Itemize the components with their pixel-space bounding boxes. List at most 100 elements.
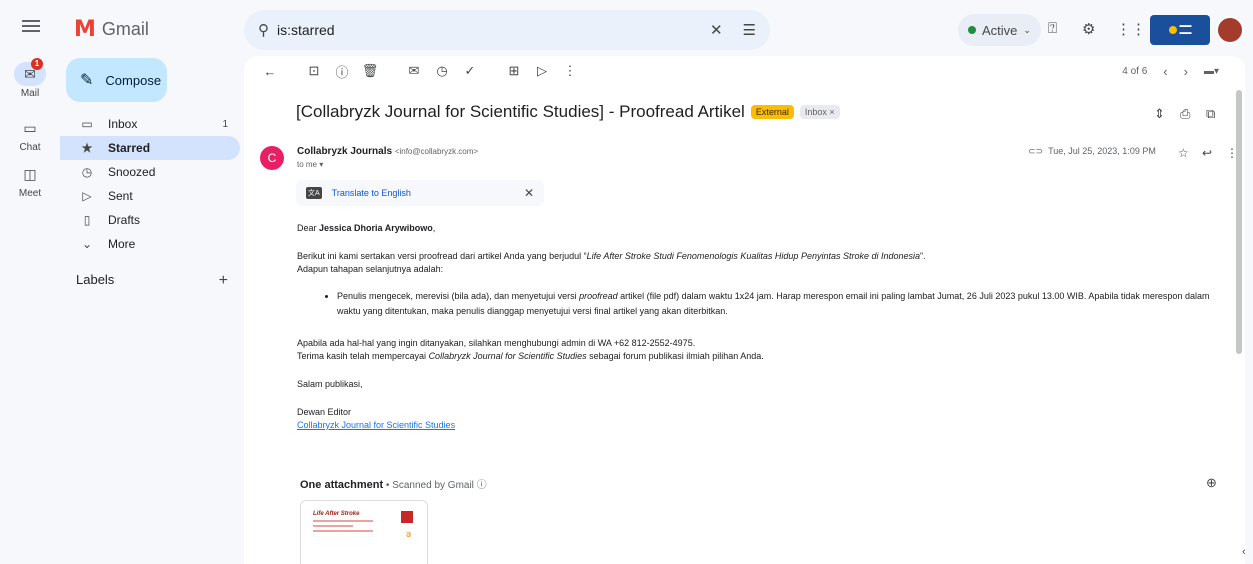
message-toolbar: ← ⊡ ⓘ 🗑 ✉ ◷ ✓ ⊞ ▷ ⋮ [244,56,1245,86]
bullet-text-a: Penulis mengecek, merevisi (bila ada), d… [337,291,580,301]
newer-chevron-icon[interactable]: ‹ [1163,64,1167,79]
chevron-down-icon: ⌄ [1023,24,1031,35]
journal-logo-icon [401,511,413,523]
p2-thanks: Terima kasih telah mempercayai [297,351,429,361]
folder-nav: ▭ Inbox 1 ★ Starred ◷ Snoozed ▷ Sent ▯ D… [60,112,240,256]
chat-icon: ▭ [23,119,37,136]
date-text: Tue, Jul 25, 2023, 1:09 PM [1048,146,1156,156]
pager: 4 of 6 ‹ › ▬▾ [1122,64,1219,79]
search-bar[interactable]: ⚲ is:starred ✕ ☰ [244,10,770,50]
bullet-emphasis: proofread [579,291,618,301]
labels-section: Labels + [76,272,228,290]
report-spam-icon[interactable]: ⓘ [328,62,356,81]
search-options-icon[interactable]: ☰ [743,21,756,39]
organization-logo[interactable]: ▬▬ ▬▬ [1150,15,1210,45]
nav-item-snoozed[interactable]: ◷ Snoozed [60,160,240,184]
message-date: ⊂⊃ Tue, Jul 25, 2023, 1:09 PM [1028,146,1156,157]
print-icon[interactable]: ⎙ [1180,106,1190,122]
clock-icon: ◷ [81,165,93,179]
rail-label-meet: Meet [18,188,42,199]
star-icon: ★ [81,141,93,155]
email-subject: [Collabryzk Journal for Scientific Studi… [296,102,840,122]
search-input[interactable]: is:starred [277,22,690,38]
add-label-icon[interactable]: + [219,272,228,290]
nav-label: Sent [108,189,133,203]
open-new-window-icon[interactable]: ⧉ [1206,106,1215,122]
nav-item-sent[interactable]: ▷ Sent [60,184,240,208]
expand-all-icon[interactable]: ⇕ [1154,106,1165,122]
nav-item-drafts[interactable]: ▯ Drafts [60,208,240,232]
star-icon[interactable]: ☆ [1178,146,1189,160]
nav-item-more[interactable]: ⌄ More [60,232,240,256]
account-avatar[interactable] [1216,16,1244,44]
closing: Salam publikasi, [297,379,363,389]
mark-unread-icon[interactable]: ✉ [400,63,428,79]
journal-link[interactable]: Collabryzk Journal for Scientific Studie… [297,420,455,430]
back-arrow-icon[interactable]: ← [256,64,284,79]
signature: Dewan Editor Collabryzk Journal for Scien… [297,406,1227,432]
translate-link[interactable]: Translate to English [332,188,524,198]
steps-list: Penulis mengecek, merevisi (bila ada), d… [297,289,1227,319]
rail-label-chat: Chat [19,142,41,153]
delete-icon[interactable]: 🗑 [356,63,384,79]
compose-button[interactable]: ✎ Compose [66,58,167,102]
older-chevron-icon[interactable]: › [1184,64,1188,79]
translate-icon: 文A [306,187,322,199]
add-task-icon[interactable]: ✓ [456,63,484,79]
rail-item-mail[interactable]: ✉ 1 Mail [0,58,60,99]
draft-icon: ▯ [83,213,91,227]
help-icon[interactable]: ⍰ [1048,20,1057,37]
more-vert-icon[interactable]: ⋮ [556,63,584,79]
pager-text: 4 of 6 [1122,66,1148,77]
p2-thanks-end: sebagai forum publikasi ilmiah pilihan A… [586,351,764,361]
clear-search-icon[interactable]: ✕ [710,21,723,39]
nav-label: Drafts [108,213,141,227]
mail-icon: ✉ 1 [14,58,46,86]
inbox-label-chip[interactable]: Inbox × [799,105,840,119]
move-to-icon[interactable]: ⊞ [500,63,528,79]
status-selector[interactable]: Active ⌄ [958,14,1041,46]
sender-line: Collabryzk Journals <info@collabryzk.com… [297,146,478,157]
snooze-icon[interactable]: ◷ [428,63,456,79]
translate-bar: 文A Translate to English ✕ [296,180,544,206]
compose-label: Compose [105,72,162,88]
reply-icon[interactable]: ↩ [1202,146,1212,160]
attachment-thumbnail[interactable]: Life After Stroke ə [300,500,428,564]
greeting-suffix: , [432,223,436,233]
subject-text: [Collabryzk Journal for Scientific Studi… [296,102,745,121]
nav-item-starred[interactable]: ★ Starred [60,136,240,160]
input-tools-icon[interactable]: ▬▾ [1204,66,1219,77]
rail-item-meet[interactable]: ◫ Meet [0,162,60,200]
attachment-clip-icon: ⊂⊃ [1028,146,1044,156]
recipient-details[interactable]: to me ▾ [297,160,323,169]
rail-label-mail: Mail [20,88,40,99]
nav-item-inbox[interactable]: ▭ Inbox 1 [60,112,240,136]
scrollbar[interactable] [1236,90,1242,354]
search-icon[interactable]: ⚲ [258,21,269,39]
external-tag: External [750,105,794,119]
nav-label: More [108,237,136,251]
rail-item-chat[interactable]: ▭ Chat [0,116,60,154]
gmail-logo[interactable]: M Gmail [74,17,149,42]
status-label: Active [982,22,1018,38]
nav-label: Inbox [108,117,138,131]
sender-name[interactable]: Collabryzk Journals [297,146,392,157]
thumbnail-line [313,525,353,527]
sender-avatar: C [260,146,284,170]
add-to-drive-icon[interactable]: ⊕ [1206,475,1217,491]
gmail-m-icon: M [74,17,96,42]
p2-contact: Apabila ada hal-hal yang ingin ditanyaka… [297,338,696,348]
main-menu-icon[interactable] [22,20,40,32]
scan-note: • Scanned by Gmail ⓘ [383,480,487,491]
close-translate-icon[interactable]: ✕ [524,186,534,200]
side-panel-toggle-icon[interactable]: ‹ [1242,546,1246,558]
article-title: Life After Stroke Studi Fenomenologis Ku… [586,251,921,261]
label-icon[interactable]: ▷ [528,63,556,79]
sender-email: <info@collabryzk.com> [394,147,479,156]
nav-label: Starred [108,141,151,155]
archive-icon[interactable]: ⊡ [300,63,328,79]
apps-grid-icon[interactable]: ⋮⋮ [1116,20,1146,38]
settings-icon[interactable]: ⚙ [1082,20,1095,38]
thumbnail-line [313,530,373,532]
p1-quote-end: ”. [920,251,926,261]
